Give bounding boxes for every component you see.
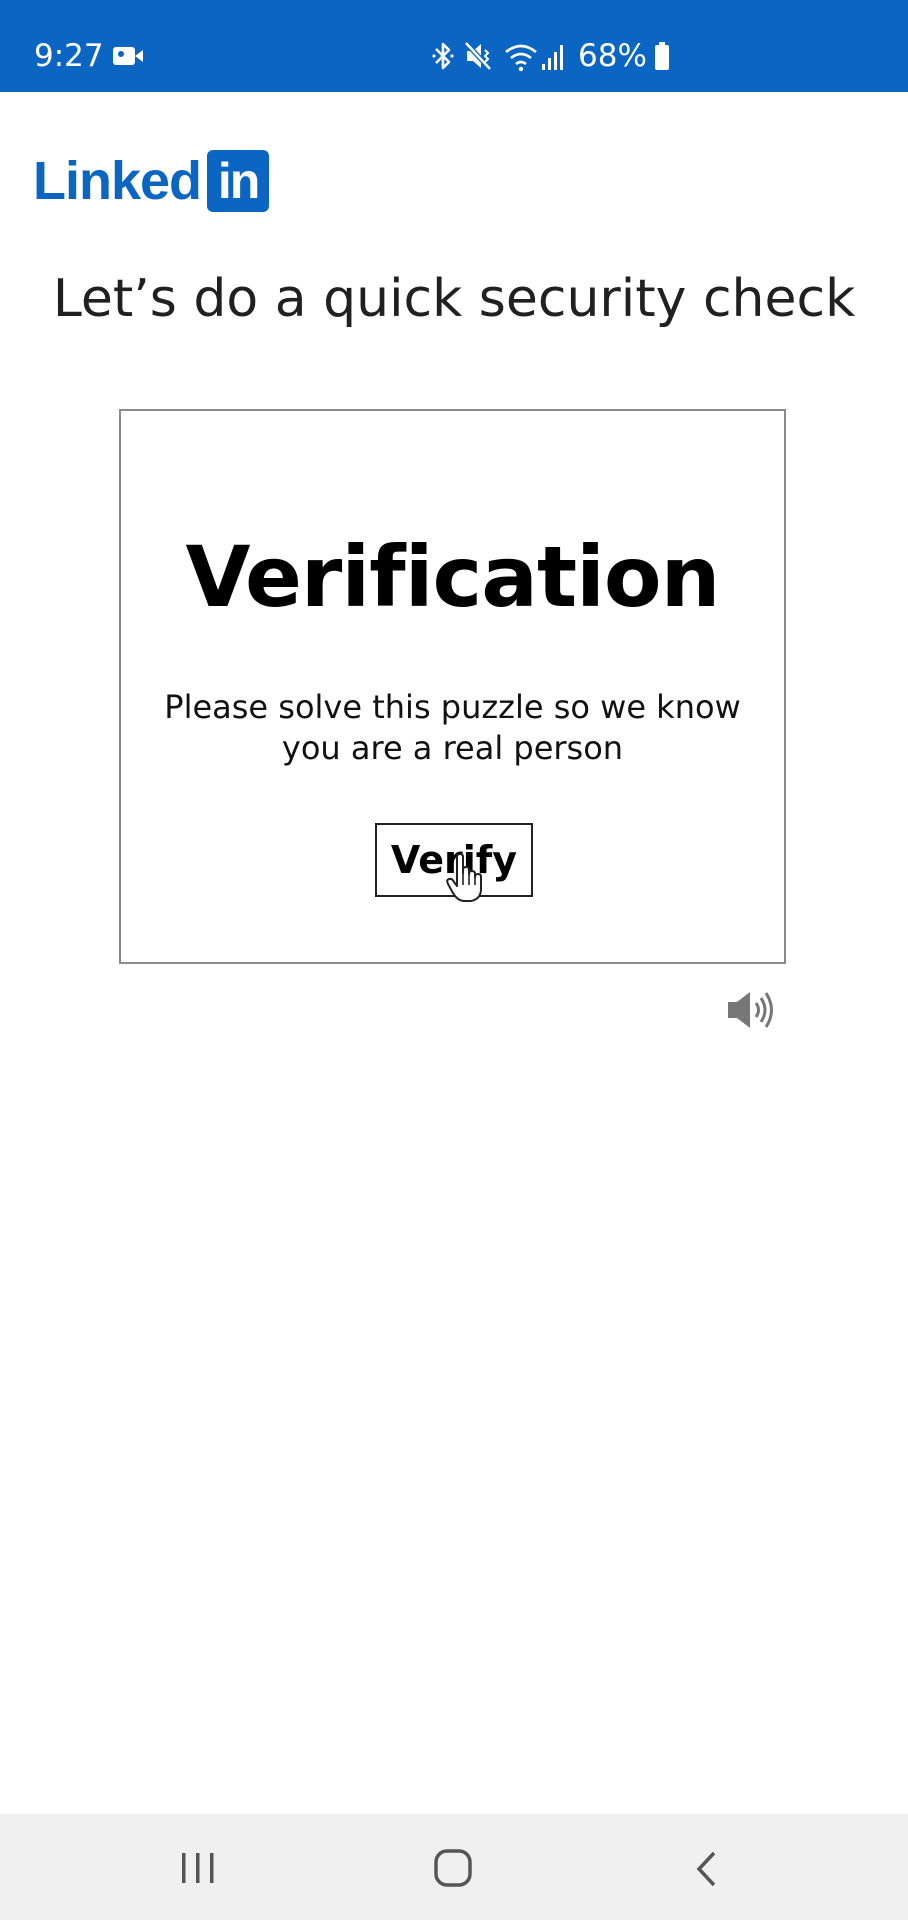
verification-heading: Verification	[185, 528, 721, 626]
video-camera-icon	[113, 47, 143, 65]
recent-apps-icon[interactable]	[178, 1850, 218, 1886]
system-nav-bar	[0, 1814, 908, 1920]
status-bar: 9:27 68%	[0, 0, 908, 92]
bluetooth-icon	[432, 42, 454, 70]
cell-signal-icon	[542, 45, 563, 70]
page-title: Let’s do a quick security check	[52, 269, 856, 329]
vibrate-mute-icon	[464, 41, 492, 71]
wifi-icon	[505, 44, 537, 72]
battery-icon	[655, 42, 669, 70]
verification-message: Please solve this puzzle so we know you …	[164, 688, 741, 767]
verify-button[interactable]: Verify	[375, 823, 533, 897]
logo-wordmark: Linked	[33, 151, 202, 211]
speaker-icon[interactable]	[726, 988, 776, 1032]
battery-level: 68%	[578, 38, 647, 74]
back-icon[interactable]	[694, 1850, 718, 1888]
home-icon[interactable]	[433, 1848, 473, 1888]
logo-in-box: in	[207, 150, 270, 212]
status-time: 9:27	[34, 38, 104, 74]
linkedin-logo: Linked in	[33, 150, 270, 212]
screen: 9:27 68% Linked in Let’s do a quick secu…	[0, 0, 908, 1920]
verification-card: Verification Please solve this puzzle so…	[119, 409, 786, 964]
